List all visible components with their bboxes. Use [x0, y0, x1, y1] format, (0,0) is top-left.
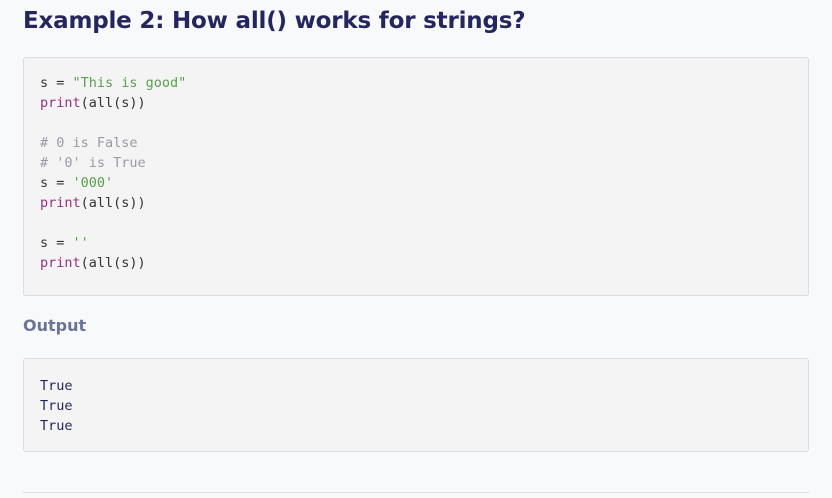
output-line: True	[40, 378, 73, 394]
code-token: (all(s))	[80, 95, 146, 111]
code-token: print	[40, 95, 81, 111]
code-token: (all(s))	[80, 255, 146, 271]
output-heading: Output	[23, 316, 87, 335]
section-divider	[23, 492, 809, 493]
code-token: # 0 is False	[40, 135, 138, 151]
code-line: print(all(s))	[40, 253, 808, 273]
output-line: True	[40, 398, 73, 414]
code-token: print	[40, 195, 81, 211]
code-token: s =	[40, 175, 73, 191]
code-line: s = ''	[40, 233, 808, 253]
output-block: True True True	[23, 358, 809, 452]
code-listing: s = "This is good" print(all(s)) # 0 is Fa…	[24, 58, 808, 273]
code-token: ''	[72, 235, 89, 251]
code-token: s =	[40, 75, 73, 91]
code-line: # 0 is False	[40, 133, 808, 153]
code-line: print(all(s))	[40, 193, 808, 213]
code-line: # '0' is True	[40, 153, 808, 173]
article-section: Example 2: How all() works for strings? …	[0, 0, 832, 498]
code-line: s = '000'	[40, 173, 808, 193]
output-line: True	[40, 418, 73, 434]
code-token: (all(s))	[80, 195, 146, 211]
code-token: s =	[40, 235, 73, 251]
code-token: '000'	[72, 175, 114, 191]
code-line: print(all(s))	[40, 93, 808, 113]
code-token: # '0' is True	[40, 155, 146, 171]
output-listing: True True True	[24, 359, 808, 436]
example-heading: Example 2: How all() works for strings?	[23, 8, 526, 34]
code-token: "This is good"	[72, 75, 187, 91]
code-block: s = "This is good" print(all(s)) # 0 is Fa…	[23, 57, 809, 296]
code-line: s = "This is good"	[40, 73, 808, 93]
code-token: print	[40, 255, 81, 271]
